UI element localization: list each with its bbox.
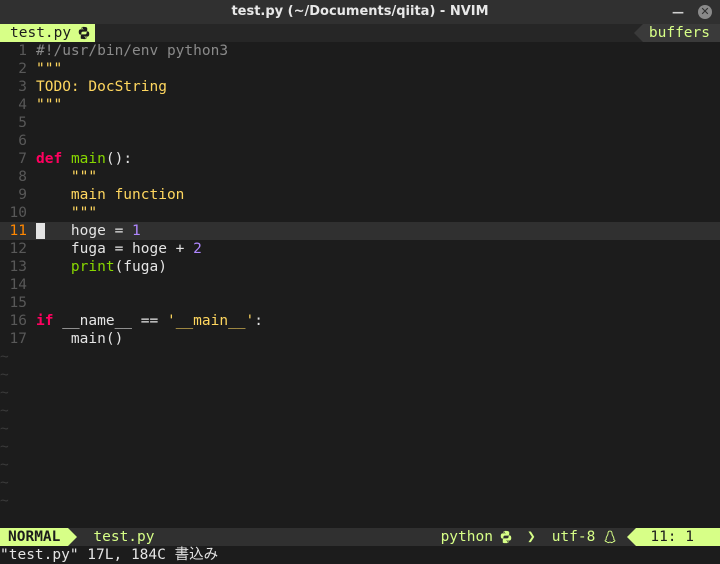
tilde-marker: ~ <box>0 475 9 491</box>
code-line[interactable]: 6 <box>0 132 720 150</box>
line-number: 9 <box>18 187 27 203</box>
code-line[interactable]: 9 main function <box>0 186 720 204</box>
code-line[interactable]: 12 fuga = hoge + 2 <box>0 240 720 258</box>
empty-line: ~ <box>0 420 720 438</box>
tilde-marker: ~ <box>0 493 9 509</box>
linux-icon <box>604 530 616 544</box>
buffers-label: buffers <box>642 24 720 42</box>
status-filename: test.py <box>93 529 155 545</box>
line-number-current: 11 <box>9 223 27 239</box>
statusline: NORMAL test.py python ❯ utf-8 11: 1 <box>0 528 720 546</box>
filetype-label: python <box>440 529 493 545</box>
line-number: 2 <box>18 61 27 77</box>
empty-line: ~ <box>0 474 720 492</box>
tilde-marker: ~ <box>0 367 9 383</box>
tilde-marker: ~ <box>0 403 9 419</box>
code-line[interactable]: 8 """ <box>0 168 720 186</box>
tabline: test.py buffers <box>0 24 720 42</box>
line-number: 8 <box>18 169 27 185</box>
close-icon[interactable]: ✕ <box>698 5 712 19</box>
separator <box>633 24 643 42</box>
line-number: 5 <box>18 115 27 131</box>
tab-label: test.py <box>10 25 72 41</box>
line-text: """ <box>36 169 98 185</box>
code-line[interactable]: 5 <box>0 114 720 132</box>
text-cursor <box>36 223 45 239</box>
builtin-print: print <box>70 259 115 275</box>
line-number: 7 <box>18 151 27 167</box>
window-title: test.py (~/Documents/qiita) - NVIM <box>231 4 489 19</box>
line-number: 15 <box>9 295 27 311</box>
line-number: 3 <box>18 79 27 95</box>
tilde-marker: ~ <box>0 457 9 473</box>
line-number: 4 <box>18 97 27 113</box>
tilde-marker: ~ <box>0 385 9 401</box>
status-right: python ❯ utf-8 11: 1 <box>431 528 720 546</box>
empty-line: ~ <box>0 402 720 420</box>
encoding-label: utf-8 <box>551 529 596 545</box>
empty-line: ~ <box>0 492 720 510</box>
tilde-marker: ~ <box>0 349 9 365</box>
buffers-indicator[interactable]: buffers <box>633 24 720 42</box>
empty-line: ~ <box>0 384 720 402</box>
separator <box>627 528 637 546</box>
separator <box>68 528 78 546</box>
cursor-position: 11: 1 <box>636 528 720 546</box>
separator-chevron: ❯ <box>526 529 536 545</box>
code-line[interactable]: 10 """ <box>0 204 720 222</box>
code-line[interactable]: 1 #!/usr/bin/env python3 <box>0 42 720 60</box>
code-line[interactable]: 2 """ <box>0 60 720 78</box>
number-literal: 2 <box>193 241 202 257</box>
empty-line: ~ <box>0 456 720 474</box>
function-name: main <box>70 151 106 167</box>
line-text: TODO: DocString <box>36 79 167 95</box>
window-controls: — ✕ <box>672 0 712 24</box>
line-text: """ <box>36 61 63 77</box>
code-line[interactable]: 17 main() <box>0 330 720 348</box>
tilde-marker: ~ <box>0 421 9 437</box>
line-number: 13 <box>9 259 27 275</box>
mode-indicator: NORMAL <box>0 528 69 546</box>
code-line[interactable]: 7 def main(): <box>0 150 720 168</box>
line-number: 10 <box>9 205 27 221</box>
string-literal: '__main__' <box>166 313 255 329</box>
code-line[interactable]: 4 """ <box>0 96 720 114</box>
empty-line: ~ <box>0 438 720 456</box>
empty-line: ~ <box>0 366 720 384</box>
number-literal: 1 <box>132 223 141 239</box>
line-text: """ <box>36 97 63 113</box>
line-number: 14 <box>9 277 27 293</box>
line-text: """ <box>36 205 98 221</box>
code-line[interactable]: 13 print(fuga) <box>0 258 720 276</box>
line-number: 6 <box>18 133 27 149</box>
line-number: 1 <box>18 43 27 59</box>
status-encoding: utf-8 <box>540 528 628 546</box>
keyword-def: def <box>36 151 63 167</box>
code-line[interactable]: 16 if __name__ == '__main__': <box>0 312 720 330</box>
python-icon <box>78 26 90 40</box>
line-number: 16 <box>9 313 27 329</box>
keyword-if: if <box>36 313 54 329</box>
line-text: main function <box>36 187 185 203</box>
line-number: 12 <box>9 241 27 257</box>
minimize-icon[interactable]: — <box>672 0 684 24</box>
empty-line: ~ <box>0 348 720 366</box>
code-line-current[interactable]: 11 hoge = 1 <box>0 222 720 240</box>
tab-test-py[interactable]: test.py <box>0 24 96 42</box>
line-text: #!/usr/bin/env python3 <box>36 43 229 59</box>
code-line[interactable]: 14 <box>0 276 720 294</box>
tilde-marker: ~ <box>0 439 9 455</box>
line-number: 17 <box>9 331 27 347</box>
command-line[interactable]: "test.py" 17L, 184C 書込み <box>0 546 720 564</box>
python-icon <box>500 530 512 544</box>
status-filetype: python <box>431 528 523 546</box>
editor-buffer[interactable]: 1 #!/usr/bin/env python3 2 """ 3 TODO: DocS… <box>0 42 720 510</box>
code-line[interactable]: 15 <box>0 294 720 312</box>
code-line[interactable]: 3 TODO: DocString <box>0 78 720 96</box>
window-titlebar: test.py (~/Documents/qiita) - NVIM — ✕ <box>0 0 720 24</box>
